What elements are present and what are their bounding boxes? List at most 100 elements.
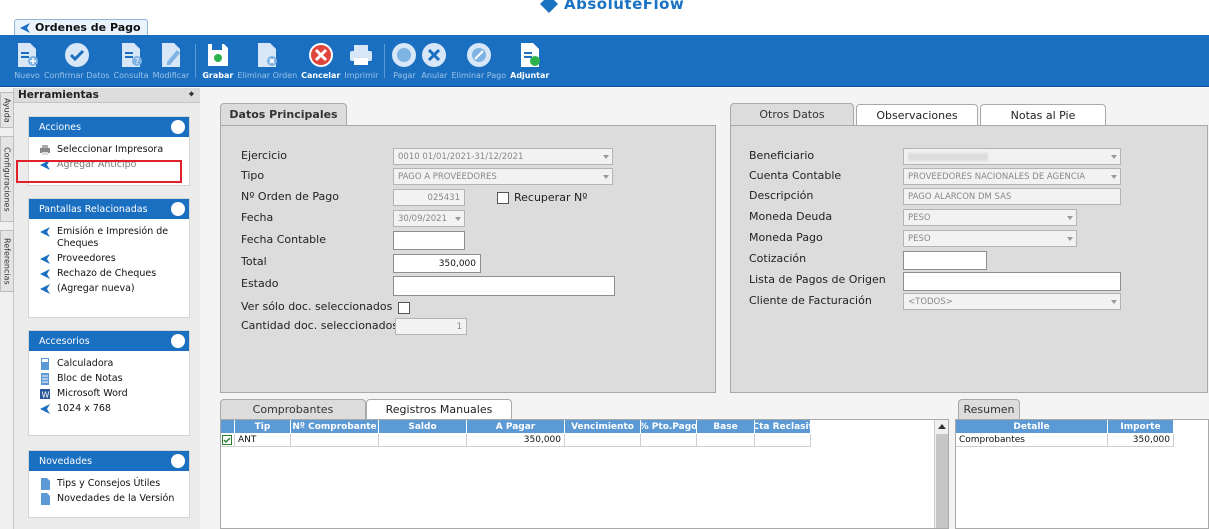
ver-solo-checkbox[interactable] (398, 302, 410, 314)
action-seleccionar-impresora[interactable]: Seleccionar Impresora (39, 144, 185, 156)
group-acciones-header[interactable]: Acciones (29, 117, 189, 137)
collapse-icon[interactable] (171, 454, 185, 468)
col-tip-header[interactable]: Tip (235, 420, 291, 433)
tab-notas-al-pie[interactable]: Notas al Pie (980, 104, 1106, 125)
fecha-field[interactable]: 30/09/2021 (393, 210, 465, 227)
scroll-up-icon[interactable] (938, 424, 946, 429)
row-pto-pago-cell (641, 434, 697, 447)
group-pantallas-header[interactable]: Pantallas Relacionadas (29, 199, 189, 219)
group-accesorios: Accesorios Calculadora Bloc de Notas W M… (28, 330, 190, 436)
tipo-label: Tipo (241, 169, 265, 182)
rail-tab-ayuda[interactable]: Ayuda (0, 92, 14, 128)
rail-tab-configuraciones[interactable]: Configuraciones (0, 136, 14, 222)
adjuntar-button[interactable]: Adjuntar (510, 35, 549, 87)
toolbar: Nuevo Confirmar Datos ? Consulta Modific… (0, 35, 1209, 87)
fecha-contable-field[interactable] (393, 231, 465, 250)
printer-icon (348, 41, 374, 69)
tipo-select[interactable]: PAGO A PROVEEDORES (393, 168, 613, 185)
recuperar-checkbox[interactable] (497, 192, 509, 204)
moneda-deuda-select[interactable]: PESO (903, 209, 1077, 226)
grabar-button[interactable]: Grabar (202, 35, 233, 87)
delete-doc-icon (254, 41, 280, 69)
tab-datos-principales[interactable]: Datos Principales (220, 103, 347, 125)
modificar-button[interactable]: Modificar (153, 35, 189, 87)
link-rechazo-cheques[interactable]: Rechazo de Cheques (39, 268, 185, 280)
col-pto-pago-header[interactable]: % Pto.Pago (641, 420, 697, 433)
comprobantes-scrollbar[interactable] (934, 420, 948, 528)
anular-button[interactable]: Anular (421, 35, 447, 87)
col-saldo-header[interactable]: Saldo (379, 420, 467, 433)
eliminar-orden-button[interactable]: Eliminar Orden (237, 35, 297, 87)
news-tips[interactable]: Tips y Consejos Útiles (39, 478, 185, 490)
cancel-icon (308, 41, 334, 69)
imprimir-button[interactable]: Imprimir (344, 35, 378, 87)
group-pantallas-relacionadas: Pantallas Relacionadas Emisión e Impresi… (28, 198, 190, 318)
link-agregar-nueva[interactable]: (Agregar nueva) (39, 283, 185, 295)
tool-microsoft-word[interactable]: W Microsoft Word (39, 388, 185, 400)
col-nro-comprobante-header[interactable]: Nº Comprobante (291, 420, 379, 433)
group-accesorios-header[interactable]: Accesorios (29, 331, 189, 351)
cancelar-button[interactable]: Cancelar (301, 35, 340, 87)
chevron-down-icon (603, 155, 609, 159)
descripcion-field[interactable]: PAGO ALARCON DM SAS (903, 188, 1121, 205)
nuevo-button[interactable]: Nuevo (14, 35, 40, 87)
cuenta-contable-select[interactable]: PROVEEDORES NACIONALES DE AGENCIA (903, 168, 1121, 185)
col-base-header[interactable]: Base (697, 420, 755, 433)
group-novedades: Novedades Tips y Consejos Útiles Novedad… (28, 450, 190, 518)
query-doc-icon: ? (118, 41, 144, 69)
news-version[interactable]: Novedades de la Versión (39, 493, 185, 505)
arrow-icon (40, 254, 50, 264)
herramientas-title: Herramientas (18, 89, 99, 101)
document-icon (41, 493, 50, 505)
row-a-pagar-cell[interactable]: 350,000 (467, 434, 565, 447)
row-saldo-cell (379, 434, 467, 447)
col-vencimiento-header[interactable]: Vencimiento (565, 420, 641, 433)
cliente-fact-select[interactable]: <TODOS> (903, 293, 1121, 310)
tab-otros-datos[interactable]: Otros Datos (730, 103, 854, 125)
chevron-down-icon (1111, 155, 1117, 159)
col-cta-reclasif-header[interactable]: Cta Reclasif (755, 420, 811, 433)
row-checkbox-cell[interactable] (221, 434, 235, 447)
tool-calculadora[interactable]: Calculadora (39, 358, 185, 370)
action-agregar-anticipo[interactable]: Agregar Anticipo (39, 159, 185, 171)
col-a-pagar-header[interactable]: A Pagar (467, 420, 565, 433)
checkbox-checked-icon[interactable] (222, 435, 232, 445)
tool-bloc-de-notas[interactable]: Bloc de Notas (39, 373, 185, 385)
cotizacion-field[interactable] (903, 251, 987, 270)
collapse-icon[interactable] (171, 334, 185, 348)
ejercicio-select[interactable]: 0010 01/01/2021-31/12/2021 (393, 148, 613, 165)
moneda-pago-label: Moneda Pago (749, 231, 823, 244)
tab-resumen[interactable]: Resumen (958, 399, 1020, 419)
eliminar-pago-button[interactable]: Eliminar Pago (451, 35, 506, 87)
scroll-thumb[interactable] (936, 434, 948, 528)
consulta-button[interactable]: ? Consulta (114, 35, 149, 87)
estado-field[interactable] (393, 276, 615, 296)
word-icon: W (40, 389, 50, 400)
window-tab-ordenes-de-pago[interactable]: Ordenes de Pago (14, 19, 148, 35)
window-tab-label: Ordenes de Pago (35, 21, 141, 34)
printer-icon (40, 145, 50, 155)
tab-comprobantes[interactable]: Comprobantes (220, 399, 366, 419)
beneficiario-select[interactable] (903, 148, 1121, 165)
nro-orden-field[interactable]: 025431 (393, 189, 465, 206)
lista-pagos-field[interactable] (903, 272, 1121, 291)
rail-tab-referencias[interactable]: Referencias (0, 230, 14, 292)
arrow-icon (40, 269, 50, 279)
collapse-icon[interactable] (171, 120, 185, 134)
tab-observaciones[interactable]: Observaciones (856, 104, 978, 125)
confirmar-datos-button[interactable]: Confirmar Datos (44, 35, 110, 87)
tool-resolution[interactable]: 1024 x 768 (39, 403, 185, 415)
pagar-button[interactable]: Pagar (391, 35, 417, 87)
moneda-pago-select[interactable]: PESO (903, 230, 1077, 247)
collapse-icon[interactable] (171, 202, 185, 216)
col-importe-header[interactable]: Importe (1108, 420, 1174, 433)
tab-registros-manuales[interactable]: Registros Manuales (366, 399, 512, 419)
link-proveedores[interactable]: Proveedores (39, 253, 185, 265)
cantidad-field[interactable]: 1 (395, 318, 467, 335)
total-field[interactable]: 350,000 (393, 254, 481, 273)
pin-icon[interactable]: ⌖ (189, 90, 194, 100)
link-emision-cheques[interactable]: Emisión e Impresión de Cheques (39, 226, 185, 250)
col-detalle-header[interactable]: Detalle (956, 420, 1108, 433)
redacted-value (908, 152, 988, 161)
group-novedades-header[interactable]: Novedades (29, 451, 189, 471)
